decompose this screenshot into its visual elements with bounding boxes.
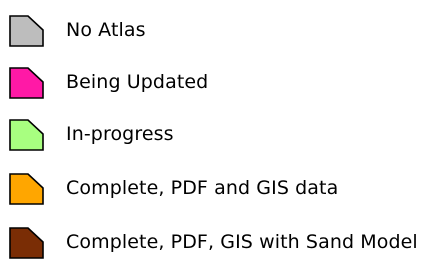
legend-item-being-updated: Being Updated [0,66,440,112]
no-atlas-swatch-icon [8,14,44,48]
being-updated-swatch-icon [8,66,44,100]
legend-label-being-updated: Being Updated [66,71,209,93]
legend-item-complete-sand-model: Complete, PDF, GIS with Sand Model [0,226,440,272]
in-progress-swatch-icon [8,118,44,152]
legend-label-complete-pdf-gis: Complete, PDF and GIS data [66,177,339,199]
legend-label-no-atlas: No Atlas [66,19,146,41]
legend-label-in-progress: In-progress [66,123,174,145]
map-legend: No Atlas Being Updated In-progress Compl… [0,0,440,265]
legend-item-no-atlas: No Atlas [0,14,440,60]
legend-label-complete-sand-model: Complete, PDF, GIS with Sand Model [66,231,418,253]
complete-pdf-gis-swatch-icon [8,172,44,206]
legend-item-in-progress: In-progress [0,118,440,164]
legend-item-complete-pdf-gis: Complete, PDF and GIS data [0,172,440,218]
complete-sand-model-swatch-icon [8,226,44,260]
